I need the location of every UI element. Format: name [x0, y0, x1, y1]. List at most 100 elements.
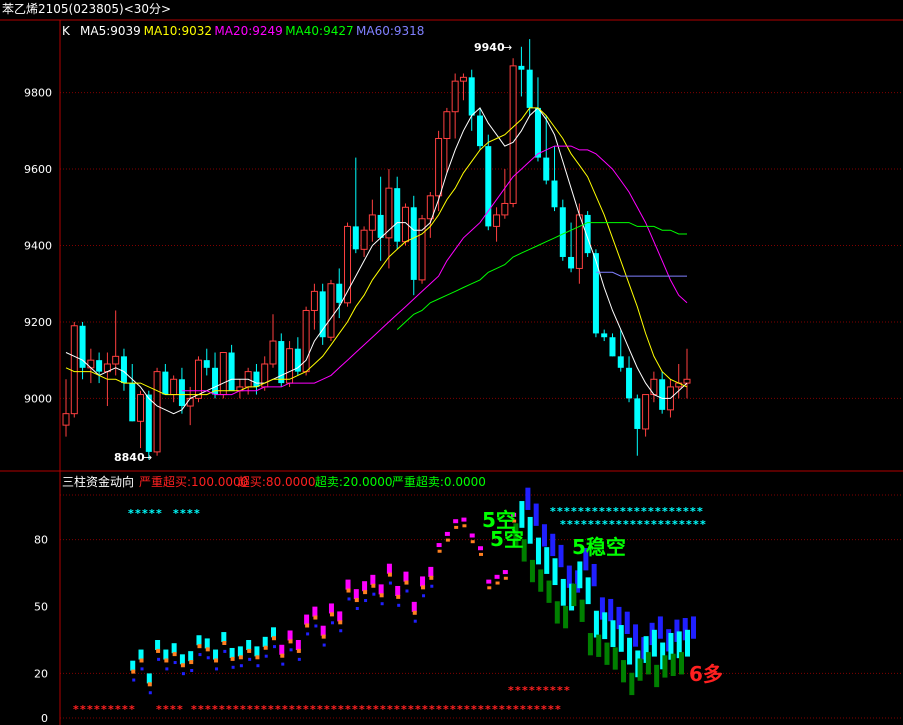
signal-star: *: [180, 507, 186, 520]
candle-body-down: [543, 157, 550, 181]
flow-bar: [502, 570, 508, 575]
signal-star: *: [522, 684, 528, 697]
candle: [418, 214, 426, 284]
ma-line-ma10: [65, 107, 688, 396]
ma-legend-item: MA60:9318: [356, 24, 424, 38]
flow-bar: [529, 559, 535, 583]
flow-bar: [206, 656, 210, 660]
candle-body-down: [592, 253, 599, 334]
flow-bar: [538, 569, 544, 592]
flow-bar: [444, 531, 450, 536]
signal-star: *: [676, 505, 682, 518]
signal-star: *: [429, 703, 435, 716]
signal-star: *: [690, 505, 696, 518]
signal-star: *: [564, 505, 570, 518]
flow-bar: [430, 584, 434, 588]
candle-body-down: [534, 107, 541, 158]
flow-bar: [618, 625, 624, 652]
signal-star: *: [373, 703, 379, 716]
candle: [518, 46, 525, 97]
signal-star: *: [492, 703, 498, 716]
flow-bar: [138, 649, 144, 660]
candle-body-up: [509, 65, 517, 204]
candle-body-down: [634, 398, 641, 429]
signal-star: *: [170, 703, 176, 716]
flow-bar: [281, 662, 285, 666]
signal-star: *: [595, 518, 601, 531]
signal-star: *: [658, 518, 664, 531]
lower-legend: 严重超买:100.0000超买:80.0000 超卖:20.0000 严重超卖:0.…: [139, 474, 486, 489]
candle-body-up: [493, 214, 501, 227]
flow-bar: [662, 655, 668, 678]
flow-bar: [305, 623, 310, 628]
signal-star: *: [387, 703, 393, 716]
candle: [137, 390, 145, 449]
candle-body-up: [194, 359, 202, 399]
flow-bar: [263, 645, 268, 650]
candle: [62, 379, 70, 437]
candle-body-up: [112, 355, 120, 365]
signal-star: *: [450, 703, 456, 716]
flow-bar: [533, 503, 539, 526]
chart-canvas[interactable]: 90009200940096009800 8050200 * * * * * * * * * * *…: [0, 0, 903, 725]
flow-bar: [297, 657, 301, 661]
flow-bar: [296, 648, 301, 653]
candle: [228, 344, 235, 391]
candle-body-down: [394, 188, 401, 242]
candle-body-up: [186, 397, 194, 407]
candle: [410, 195, 417, 296]
y-tick-label: 9800: [24, 87, 52, 100]
lower-panel-title: 三柱资金动向: [62, 474, 134, 489]
signal-star: *: [366, 703, 372, 716]
flow-bar: [629, 672, 635, 696]
candle: [683, 348, 691, 399]
signal-star: *: [233, 703, 239, 716]
y-tick-label: 9200: [24, 316, 52, 329]
flow-bar: [627, 637, 633, 665]
signal-star: *: [529, 684, 535, 697]
flow-bar: [288, 639, 293, 644]
flow-bar: [362, 581, 368, 592]
flow-bar: [279, 644, 285, 655]
candle-body-up: [575, 214, 583, 269]
signal-star: *: [191, 703, 197, 716]
flow-bar: [610, 620, 616, 648]
flow-bar: [596, 634, 602, 657]
candle-body-up: [459, 76, 467, 82]
signal-star: *: [177, 703, 183, 716]
signal-star: *: [282, 703, 288, 716]
flow-bar: [180, 663, 185, 668]
flow-bar: [172, 652, 177, 657]
signal-star: *: [536, 684, 542, 697]
candle-body-down: [468, 77, 475, 116]
flow-bar: [563, 606, 569, 629]
flow-bar: [287, 630, 293, 641]
flow-bar: [405, 589, 409, 593]
candle: [642, 394, 650, 437]
candle: [70, 321, 78, 418]
signal-star: *: [142, 507, 148, 520]
signal-star: *: [550, 684, 556, 697]
flow-bar: [654, 664, 660, 688]
candle: [129, 363, 136, 422]
flow-bar: [546, 580, 552, 603]
candle: [584, 211, 591, 257]
signal-star: *: [205, 703, 211, 716]
signal-star: *: [499, 703, 505, 716]
flow-bar: [247, 648, 252, 653]
candle: [261, 356, 269, 391]
candle-body-down: [162, 371, 169, 395]
signal-star: *: [557, 505, 563, 518]
signal-star: *: [527, 703, 533, 716]
candle: [626, 356, 633, 403]
flow-bar: [591, 563, 597, 587]
candle: [219, 352, 227, 399]
signal-star: *: [627, 505, 633, 518]
signal-star: *: [609, 518, 615, 531]
candle: [526, 39, 533, 116]
k-label: K: [62, 24, 71, 38]
candle-body-down: [526, 69, 533, 108]
flow-bar: [314, 624, 318, 628]
signal-star: *: [697, 505, 703, 518]
candle-body-down: [120, 356, 127, 384]
